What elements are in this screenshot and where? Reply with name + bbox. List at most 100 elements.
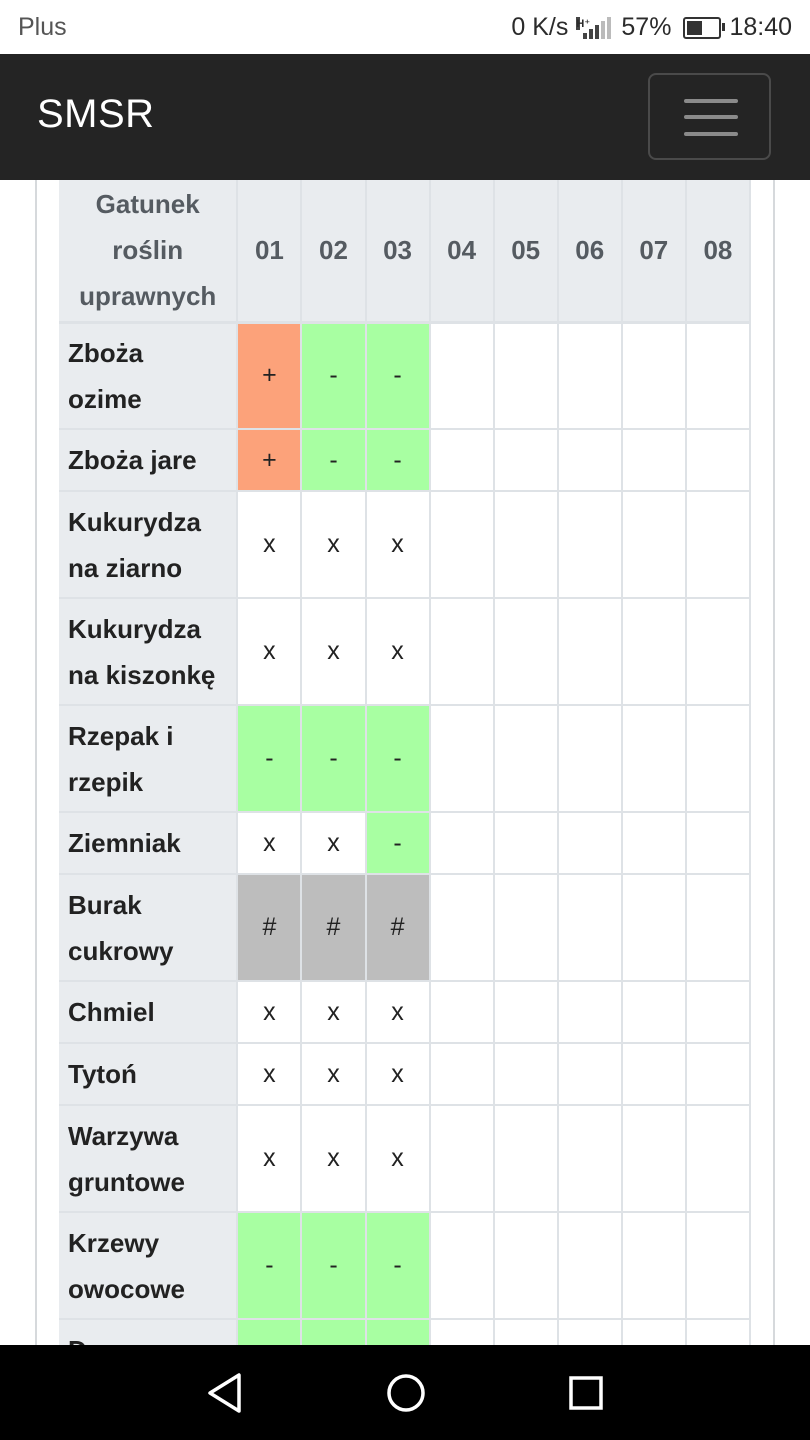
- schedule-cell: -: [365, 1319, 431, 1345]
- schedule-cell: x: [237, 981, 303, 1044]
- schedule-cell: [621, 812, 687, 875]
- schedule-cell: [621, 874, 687, 982]
- column-header-08: 08: [685, 180, 751, 323]
- network-speed: 0 K/s: [511, 13, 569, 41]
- schedule-cell: [621, 981, 687, 1044]
- schedule-cell: [685, 1319, 751, 1345]
- schedule-cell: [557, 705, 623, 813]
- table-row: Zboża ozime + - -: [59, 322, 751, 430]
- schedule-cell: [557, 598, 623, 706]
- crop-name: Krzewy owocowe: [59, 1212, 239, 1320]
- schedule-cell: [685, 1043, 751, 1106]
- status-right: 0 K/s H⁺ 57% 18:40: [511, 13, 792, 42]
- schedule-cell: [429, 1043, 495, 1106]
- battery-icon: [683, 16, 726, 39]
- schedule-cell: -: [365, 812, 431, 875]
- schedule-cell: [685, 874, 751, 982]
- schedule-cell: [557, 981, 623, 1044]
- schedule-cell: x: [237, 1043, 303, 1106]
- crop-schedule-table: Gatunek roślin uprawnych 01 02 03 04 05 06 07 08 …: [59, 180, 751, 1345]
- table-body: Zboża ozime + - - Zboża jare + - - Kukurydza na zi…: [59, 322, 751, 1345]
- schedule-cell: [493, 1212, 559, 1320]
- crop-name: Drzewaowocowe: [59, 1319, 239, 1345]
- schedule-cell: [621, 1043, 687, 1106]
- schedule-cell: [557, 874, 623, 982]
- schedule-cell: [429, 598, 495, 706]
- schedule-cell: #: [237, 874, 303, 982]
- page-content: Gatunek roślin uprawnych 01 02 03 04 05 06 07 08 …: [0, 180, 810, 1345]
- schedule-cell: [621, 1212, 687, 1320]
- hamburger-menu-icon[interactable]: [648, 73, 771, 160]
- schedule-cell: -: [237, 1319, 303, 1345]
- schedule-cell: [685, 812, 751, 875]
- schedule-cell: [557, 491, 623, 599]
- schedule-cell: x: [365, 598, 431, 706]
- schedule-cell: -: [301, 1212, 367, 1320]
- schedule-cell: [685, 322, 751, 430]
- schedule-cell: [621, 429, 687, 492]
- crop-name: Ziemniak: [59, 812, 239, 875]
- crop-name: Chmiel: [59, 981, 239, 1044]
- schedule-cell: [429, 322, 495, 430]
- brand-title[interactable]: SMSR: [37, 92, 155, 137]
- schedule-cell: [493, 1319, 559, 1345]
- schedule-cell: [493, 812, 559, 875]
- column-header-02: 02: [301, 180, 367, 323]
- schedule-cell: [621, 1105, 687, 1213]
- schedule-cell: [493, 705, 559, 813]
- system-navigation-bar: [0, 1345, 810, 1440]
- table-row: Krzewy owocowe - - -: [59, 1212, 751, 1320]
- schedule-cell: [685, 598, 751, 706]
- schedule-cell: -: [365, 705, 431, 813]
- schedule-cell: [685, 1105, 751, 1213]
- carrier-label: Plus: [18, 13, 67, 41]
- schedule-cell: [685, 429, 751, 492]
- schedule-cell: [429, 491, 495, 599]
- battery-percent: 57%: [621, 13, 672, 41]
- schedule-cell: -: [301, 429, 367, 492]
- schedule-cell: [493, 429, 559, 492]
- schedule-cell: [685, 705, 751, 813]
- schedule-cell: [429, 705, 495, 813]
- table-scroll-container[interactable]: Gatunek roślin uprawnych 01 02 03 04 05 06 07 08 …: [59, 180, 751, 1345]
- schedule-cell: +: [237, 429, 303, 492]
- table-row: Ziemniak x x -: [59, 812, 751, 875]
- home-circle-icon[interactable]: [384, 1371, 428, 1415]
- table-row: Tytoń x x x: [59, 1043, 751, 1106]
- schedule-cell: [429, 1212, 495, 1320]
- schedule-cell: x: [301, 1043, 367, 1106]
- schedule-cell: -: [237, 705, 303, 813]
- schedule-cell: x: [237, 598, 303, 706]
- crop-name: Tytoń: [59, 1043, 239, 1106]
- schedule-cell: -: [365, 322, 431, 430]
- schedule-cell: [557, 322, 623, 430]
- crop-name: Kukurydza na kiszonkę: [59, 598, 239, 706]
- schedule-cell: x: [301, 1105, 367, 1213]
- schedule-cell: x: [237, 491, 303, 599]
- schedule-cell: -: [301, 705, 367, 813]
- schedule-cell: x: [365, 491, 431, 599]
- signal-icon: H⁺: [576, 16, 612, 39]
- schedule-cell: [493, 981, 559, 1044]
- table-row: Kukurydza na ziarno x x x: [59, 491, 751, 599]
- column-header-05: 05: [493, 180, 559, 323]
- crop-name: Warzywa gruntowe: [59, 1105, 239, 1213]
- schedule-cell: [685, 1212, 751, 1320]
- schedule-cell: #: [365, 874, 431, 982]
- crop-name: Zboża ozime: [59, 322, 239, 430]
- status-bar: Plus 0 K/s H⁺ 57% 18:40: [0, 0, 810, 54]
- back-triangle-icon[interactable]: [204, 1371, 248, 1415]
- recents-square-icon[interactable]: [564, 1371, 608, 1415]
- schedule-cell: [557, 812, 623, 875]
- table-row: Warzywa gruntowe x x x: [59, 1105, 751, 1213]
- schedule-cell: +: [237, 322, 303, 430]
- table-row: Kukurydza na kiszonkę x x x: [59, 598, 751, 706]
- schedule-cell: [621, 322, 687, 430]
- crop-species-header: Gatunek roślin uprawnych: [59, 180, 239, 323]
- schedule-cell: [429, 981, 495, 1044]
- schedule-cell: x: [237, 812, 303, 875]
- schedule-cell: -: [301, 322, 367, 430]
- column-header-04: 04: [429, 180, 495, 323]
- schedule-cell: [493, 322, 559, 430]
- schedule-cell: [493, 874, 559, 982]
